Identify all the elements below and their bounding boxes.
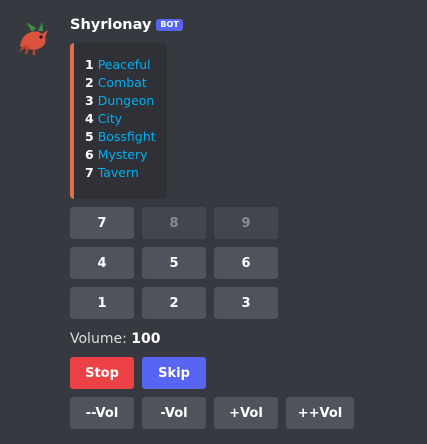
link-mystery[interactable]: Mystery xyxy=(98,147,148,162)
link-peaceful[interactable]: Peaceful xyxy=(98,57,151,72)
list-item: 2 Combat xyxy=(85,74,167,92)
skip-button[interactable]: Skip xyxy=(142,357,206,389)
item-number: 2 xyxy=(85,75,94,90)
link-tavern[interactable]: Tavern xyxy=(98,165,139,180)
list-item: 1 Peaceful xyxy=(85,56,167,74)
username[interactable]: Shyrlonay xyxy=(70,17,151,33)
item-number: 3 xyxy=(85,93,94,108)
volume-down-button[interactable]: -Vol xyxy=(142,397,206,429)
list-item: 3 Dungeon xyxy=(85,92,167,110)
item-number: 5 xyxy=(85,129,94,144)
list-item: 6 Mystery xyxy=(85,146,167,164)
avatar[interactable] xyxy=(12,16,54,58)
key-8-button: 8 xyxy=(142,207,206,239)
item-number: 4 xyxy=(85,111,94,126)
list-item: 5 Bossfight xyxy=(85,128,167,146)
bot-badge: BOT xyxy=(156,19,183,31)
volume-down-more-button[interactable]: --Vol xyxy=(70,397,134,429)
item-number: 1 xyxy=(85,57,94,72)
link-combat[interactable]: Combat xyxy=(98,75,147,90)
key-3-button[interactable]: 3 xyxy=(214,287,278,319)
list-item: 4 City xyxy=(85,110,167,128)
link-bossfight[interactable]: Bossfight xyxy=(98,129,156,144)
key-6-button[interactable]: 6 xyxy=(214,247,278,279)
key-9-button: 9 xyxy=(214,207,278,239)
dragon-icon xyxy=(12,16,54,58)
volume-up-more-button[interactable]: ++Vol xyxy=(286,397,354,429)
key-7-button[interactable]: 7 xyxy=(70,207,134,239)
embed: 1 Peaceful 2 Combat 3 Dungeon 4 City 5 B… xyxy=(70,43,167,199)
stop-button[interactable]: Stop xyxy=(70,357,134,389)
link-dungeon[interactable]: Dungeon xyxy=(98,93,155,108)
volume-value: 100 xyxy=(131,331,161,347)
volume-label: Volume: xyxy=(70,331,127,347)
key-4-button[interactable]: 4 xyxy=(70,247,134,279)
link-city[interactable]: City xyxy=(98,111,123,126)
volume-display: Volume: 100 xyxy=(70,331,160,347)
volume-up-button[interactable]: +Vol xyxy=(214,397,278,429)
key-5-button[interactable]: 5 xyxy=(142,247,206,279)
message-header: Shyrlonay BOT xyxy=(70,17,183,33)
key-1-button[interactable]: 1 xyxy=(70,287,134,319)
list-item: 7 Tavern xyxy=(85,164,167,182)
item-number: 7 xyxy=(85,165,94,180)
item-number: 6 xyxy=(85,147,94,162)
key-2-button[interactable]: 2 xyxy=(142,287,206,319)
